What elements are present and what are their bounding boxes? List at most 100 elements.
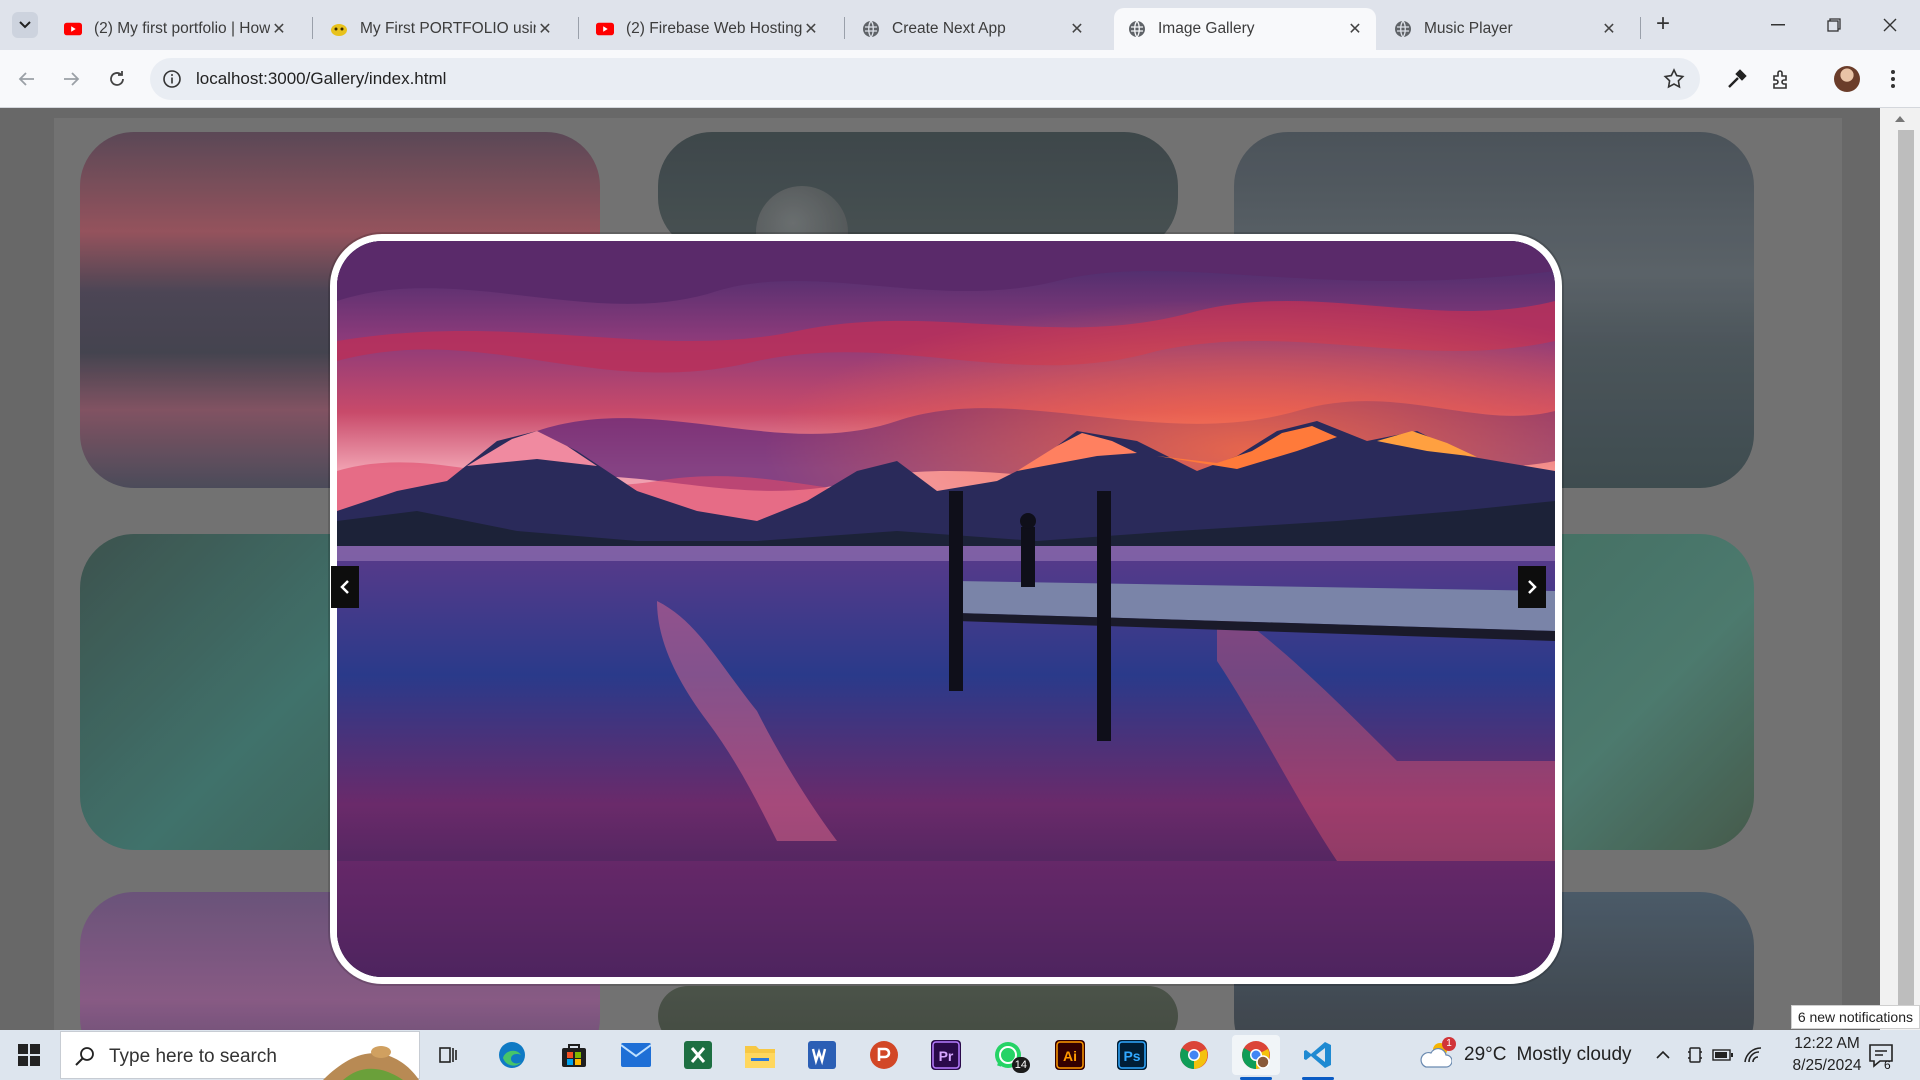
svg-text:Pr: Pr bbox=[939, 1048, 954, 1064]
tab-image-gallery[interactable]: Image Gallery ✕ bbox=[1114, 8, 1376, 50]
taskbar-word[interactable] bbox=[798, 1035, 846, 1075]
tab-create-next-app[interactable]: Create Next App ✕ bbox=[848, 8, 1098, 50]
whatsapp-badge: 14 bbox=[1011, 1057, 1030, 1073]
tab-portfolio-video[interactable]: (2) My first portfolio | How ✕ bbox=[50, 8, 300, 50]
svg-text:Ps: Ps bbox=[1123, 1048, 1140, 1064]
close-icon[interactable]: ✕ bbox=[1600, 20, 1618, 38]
powerpoint-icon bbox=[870, 1041, 898, 1069]
taskbar-file-explorer[interactable] bbox=[736, 1035, 784, 1075]
extensions-button[interactable] bbox=[1768, 66, 1794, 92]
task-view-icon bbox=[439, 1047, 457, 1063]
network-button[interactable] bbox=[1742, 1044, 1764, 1066]
emoji-icon bbox=[330, 20, 348, 38]
minimize-icon bbox=[1771, 24, 1785, 26]
tab-title: My First PORTFOLIO using bbox=[360, 20, 536, 37]
info-icon[interactable] bbox=[162, 69, 182, 89]
svg-text:Ai: Ai bbox=[1063, 1048, 1077, 1064]
new-tab-button[interactable]: + bbox=[1650, 12, 1676, 38]
illustrator-icon: Ai bbox=[1055, 1040, 1085, 1070]
reload-button[interactable] bbox=[102, 64, 132, 94]
tab-first-portfolio[interactable]: My First PORTFOLIO using ✕ bbox=[316, 8, 566, 50]
show-hidden-icons-button[interactable] bbox=[1652, 1044, 1674, 1066]
taskbar-excel[interactable] bbox=[674, 1035, 722, 1075]
taskbar-chrome-active[interactable] bbox=[1232, 1035, 1280, 1080]
eyedropper-extension-button[interactable] bbox=[1724, 66, 1750, 92]
tab-separator bbox=[578, 17, 579, 39]
tab-separator bbox=[1640, 17, 1641, 39]
battery-icon bbox=[1712, 1049, 1733, 1061]
address-bar[interactable]: localhost:3000/Gallery/index.html bbox=[150, 58, 1700, 100]
page-scrollbar[interactable] bbox=[1880, 108, 1920, 1030]
photoshop-icon: Ps bbox=[1117, 1040, 1147, 1070]
profile-avatar[interactable] bbox=[1834, 66, 1860, 92]
notification-toast[interactable]: 6 new notifications bbox=[1790, 1005, 1920, 1029]
weather-temp: 29°C bbox=[1464, 1044, 1507, 1065]
start-button[interactable] bbox=[0, 1030, 58, 1080]
taskbar-task-view[interactable] bbox=[424, 1035, 472, 1075]
close-icon[interactable]: ✕ bbox=[1068, 20, 1086, 38]
chrome-menu-button[interactable] bbox=[1880, 66, 1906, 92]
close-window-button[interactable] bbox=[1862, 0, 1918, 50]
tab-title: Image Gallery bbox=[1158, 20, 1255, 37]
search-icon bbox=[75, 1047, 94, 1066]
close-icon bbox=[1883, 18, 1897, 32]
tab-music-player[interactable]: Music Player ✕ bbox=[1380, 8, 1630, 50]
windows-logo-icon bbox=[18, 1044, 40, 1066]
scrollbar-thumb[interactable] bbox=[1898, 130, 1914, 1022]
forward-button[interactable] bbox=[56, 64, 86, 94]
taskbar-microsoft-store[interactable] bbox=[550, 1035, 598, 1075]
battery-button[interactable] bbox=[1712, 1044, 1734, 1066]
kebab-menu-icon bbox=[1891, 70, 1895, 88]
taskbar-edge[interactable] bbox=[488, 1035, 536, 1075]
chevron-up-icon bbox=[1656, 1050, 1670, 1059]
tab-title: Music Player bbox=[1424, 20, 1513, 37]
tab-title: (2) Firebase Web Hosting I bbox=[626, 20, 802, 37]
bookmark-star-icon[interactable] bbox=[1662, 67, 1686, 91]
taskbar-premiere-pro[interactable]: Pr bbox=[922, 1035, 970, 1075]
tab-strip: (2) My first portfolio | How ✕ My First … bbox=[0, 0, 1920, 50]
notification-center-icon[interactable] bbox=[1866, 1040, 1896, 1070]
search-highlight-image bbox=[323, 1046, 419, 1080]
taskbar-illustrator[interactable]: Ai bbox=[1046, 1035, 1094, 1075]
lightbox-next-button[interactable] bbox=[1518, 566, 1546, 608]
taskbar-chrome[interactable] bbox=[1170, 1035, 1218, 1075]
taskbar-photoshop[interactable]: Ps bbox=[1108, 1035, 1156, 1075]
globe-icon bbox=[1128, 20, 1146, 38]
close-icon[interactable]: ✕ bbox=[1346, 20, 1364, 38]
back-button[interactable] bbox=[12, 64, 42, 94]
weather-alert-badge: 1 bbox=[1442, 1037, 1456, 1051]
tab-firebase-hosting[interactable]: (2) Firebase Web Hosting I ✕ bbox=[582, 8, 832, 50]
tab-search-button[interactable] bbox=[12, 12, 38, 38]
arrow-left-icon bbox=[18, 72, 34, 86]
chrome-icon bbox=[1180, 1041, 1208, 1069]
chevron-down-icon bbox=[19, 21, 31, 29]
wifi-icon bbox=[1744, 1047, 1762, 1063]
premiere-pro-icon: Pr bbox=[931, 1040, 961, 1070]
tab-separator bbox=[844, 17, 845, 39]
taskbar-clock[interactable]: 12:22 AM 8/25/2024 bbox=[1782, 1033, 1872, 1077]
tab-separator bbox=[312, 17, 313, 39]
close-icon[interactable]: ✕ bbox=[802, 20, 820, 38]
taskbar-search-input[interactable]: Type here to search bbox=[60, 1031, 420, 1080]
taskbar-powerpoint[interactable] bbox=[860, 1035, 908, 1075]
close-icon[interactable]: ✕ bbox=[536, 20, 554, 38]
close-icon[interactable]: ✕ bbox=[270, 20, 288, 38]
edge-icon bbox=[499, 1042, 525, 1068]
word-icon bbox=[808, 1041, 836, 1069]
restore-button[interactable] bbox=[1806, 0, 1862, 50]
lightbox-prev-button[interactable] bbox=[331, 566, 359, 608]
taskbar-mail[interactable] bbox=[612, 1035, 660, 1075]
chevron-left-icon bbox=[340, 580, 349, 594]
scroll-up-arrow-icon[interactable] bbox=[1894, 114, 1906, 124]
minimize-button[interactable] bbox=[1750, 0, 1806, 50]
tray-device-button[interactable] bbox=[1684, 1044, 1706, 1066]
notification-count: 6 bbox=[1884, 1058, 1891, 1072]
tab-title: (2) My first portfolio | How bbox=[94, 20, 270, 37]
eyedropper-icon bbox=[1728, 69, 1747, 88]
folder-icon bbox=[745, 1046, 775, 1068]
url-text[interactable]: localhost:3000/Gallery/index.html bbox=[196, 69, 446, 89]
weather-widget[interactable]: 1 29°C Mostly cloudy bbox=[1420, 1037, 1632, 1070]
taskbar-whatsapp[interactable]: 14 bbox=[984, 1035, 1032, 1075]
globe-icon bbox=[1394, 20, 1412, 38]
taskbar-vscode[interactable] bbox=[1294, 1035, 1342, 1080]
